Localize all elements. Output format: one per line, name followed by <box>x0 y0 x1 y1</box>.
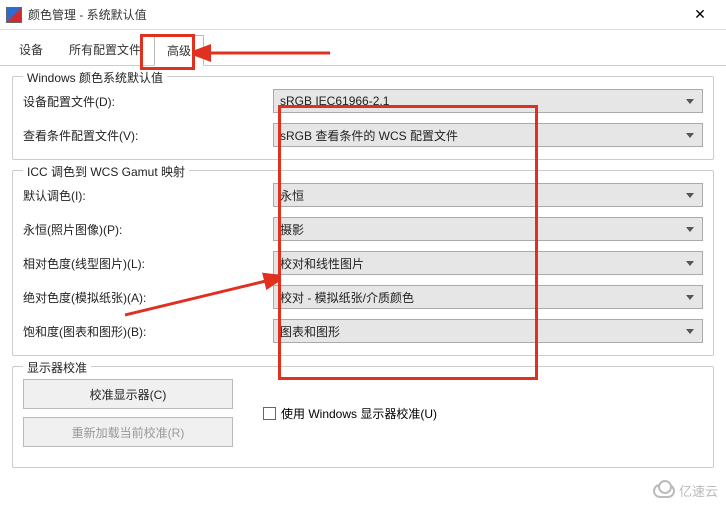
titlebar: 颜色管理 - 系统默认值 ✕ <box>0 0 726 30</box>
tab-devices[interactable]: 设备 <box>6 34 56 65</box>
fieldset-gamut: ICC 调色到 WCS Gamut 映射 默认调色(I): 永恒 永恒(照片图像… <box>12 170 714 356</box>
app-icon <box>6 7 22 23</box>
absolute-value: 校对 - 模拟纸张/介质颜色 <box>280 289 414 306</box>
legend-defaults: Windows 颜色系统默认值 <box>23 69 167 86</box>
tab-advanced[interactable]: 高级 <box>154 35 204 66</box>
device-profile-value: sRGB IEC61966-2.1 <box>280 94 389 108</box>
content-panel: Windows 颜色系统默认值 设备配置文件(D): sRGB IEC61966… <box>0 66 726 508</box>
legend-gamut: ICC 调色到 WCS Gamut 映射 <box>23 163 189 180</box>
default-intent-select[interactable]: 永恒 <box>273 183 703 207</box>
relative-value: 校对和线性图片 <box>280 255 364 272</box>
view-cond-select[interactable]: sRGB 查看条件的 WCS 配置文件 <box>273 123 703 147</box>
reload-calibration-button: 重新加载当前校准(R) <box>23 417 233 447</box>
window-title: 颜色管理 - 系统默认值 <box>28 6 680 23</box>
relative-label: 相对色度(线型图片)(L): <box>23 255 273 272</box>
perceptual-value: 摄影 <box>280 221 304 238</box>
calibrate-display-button[interactable]: 校准显示器(C) <box>23 379 233 409</box>
saturation-label: 饱和度(图表和图形)(B): <box>23 323 273 340</box>
watermark-text: 亿速云 <box>679 481 718 500</box>
legend-calibration: 显示器校准 <box>23 359 91 376</box>
perceptual-label: 永恒(照片图像)(P): <box>23 221 273 238</box>
close-button[interactable]: ✕ <box>680 0 720 30</box>
saturation-select[interactable]: 图表和图形 <box>273 319 703 343</box>
watermark: 亿速云 <box>653 481 718 500</box>
default-intent-value: 永恒 <box>280 187 304 204</box>
use-windows-calibration-label: 使用 Windows 显示器校准(U) <box>281 405 437 422</box>
tab-bar: 设备 所有配置文件 高级 <box>0 30 726 66</box>
checkbox-icon <box>263 407 276 420</box>
view-cond-label: 查看条件配置文件(V): <box>23 127 273 144</box>
device-profile-label: 设备配置文件(D): <box>23 93 273 110</box>
tab-all-profiles[interactable]: 所有配置文件 <box>56 34 154 65</box>
cloud-icon <box>653 484 675 498</box>
saturation-value: 图表和图形 <box>280 323 340 340</box>
use-windows-calibration-checkbox[interactable]: 使用 Windows 显示器校准(U) <box>263 405 437 422</box>
absolute-select[interactable]: 校对 - 模拟纸张/介质颜色 <box>273 285 703 309</box>
default-intent-label: 默认调色(I): <box>23 187 273 204</box>
fieldset-defaults: Windows 颜色系统默认值 设备配置文件(D): sRGB IEC61966… <box>12 76 714 160</box>
device-profile-select[interactable]: sRGB IEC61966-2.1 <box>273 89 703 113</box>
absolute-label: 绝对色度(模拟纸张)(A): <box>23 289 273 306</box>
view-cond-value: sRGB 查看条件的 WCS 配置文件 <box>280 127 458 144</box>
perceptual-select[interactable]: 摄影 <box>273 217 703 241</box>
relative-select[interactable]: 校对和线性图片 <box>273 251 703 275</box>
fieldset-calibration: 显示器校准 校准显示器(C) 重新加载当前校准(R) 使用 Windows 显示… <box>12 366 714 468</box>
